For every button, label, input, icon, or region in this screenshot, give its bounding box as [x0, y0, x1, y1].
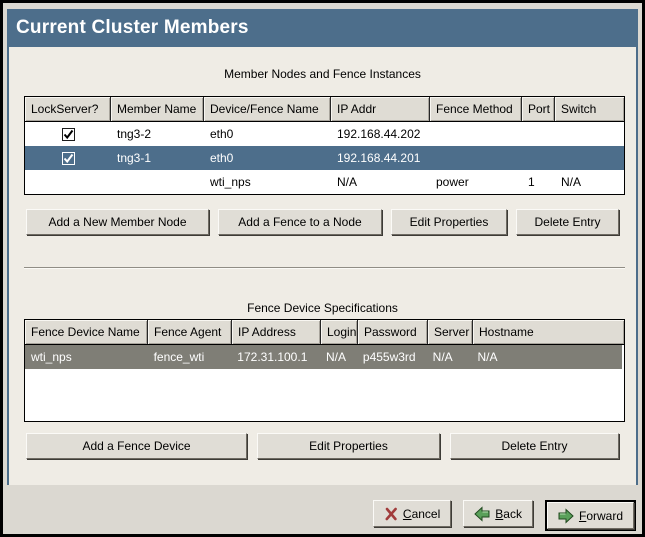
member-table-header: LockServer? Member Name Device/Fence Nam… [25, 97, 624, 122]
server-cell: N/A [427, 350, 472, 364]
fence-table-caption: Fence Device Specifications [9, 301, 636, 315]
fence-device-name-cell: wti_nps [25, 350, 148, 364]
delete-member-entry-button[interactable]: Delete Entry [516, 209, 619, 235]
device-fence-name-cell: eth0 [204, 127, 331, 141]
edit-fence-properties-button[interactable]: Edit Properties [257, 433, 440, 459]
lockserver-checkbox[interactable] [62, 152, 75, 165]
checkmark-icon [63, 153, 74, 164]
device-fence-name-cell: wti_nps [204, 175, 331, 189]
column-header-password[interactable]: Password [358, 320, 428, 344]
column-header-lockserver[interactable]: LockServer? [25, 97, 111, 121]
fence-table-row-selected[interactable]: wti_nps fence_wti 172.31.100.1 N/A p455w… [25, 345, 622, 369]
add-fence-to-node-button[interactable]: Add a Fence to a Node [218, 209, 382, 235]
member-table-row[interactable]: wti_nps N/A power 1 N/A [25, 170, 624, 194]
forward-button[interactable]: Forward [547, 502, 634, 529]
member-name-cell: tng3-2 [111, 127, 204, 141]
edit-member-properties-button[interactable]: Edit Properties [391, 209, 507, 235]
column-header-hostname[interactable]: Hostname [473, 320, 624, 344]
wizard-action-bar: Cancel Back Forward [3, 485, 642, 534]
column-header-fence-agent[interactable]: Fence Agent [148, 320, 232, 344]
column-header-login[interactable]: Login [321, 320, 358, 344]
password-cell: p455w3rd [357, 350, 427, 364]
column-header-fence-method[interactable]: Fence Method [430, 97, 522, 121]
delete-fence-entry-button[interactable]: Delete Entry [450, 433, 619, 459]
lockserver-cell [25, 152, 111, 165]
column-header-server[interactable]: Server [428, 320, 473, 344]
ip-addr-cell: 192.168.44.201 [331, 151, 430, 165]
member-table: LockServer? Member Name Device/Fence Nam… [24, 96, 625, 195]
content-panel: Member Nodes and Fence Instances LockSer… [7, 47, 638, 488]
wizard-window: Current Cluster Members Member Nodes and… [0, 0, 645, 537]
column-header-fence-device-name[interactable]: Fence Device Name [25, 320, 148, 344]
fence-device-table: Fence Device Name Fence Agent IP Address… [24, 319, 625, 422]
port-cell: 1 [522, 175, 555, 189]
member-table-caption: Member Nodes and Fence Instances [9, 67, 636, 81]
cancel-label: Cancel [403, 507, 440, 521]
default-button-ring: Forward [545, 500, 636, 531]
member-table-row-selected[interactable]: tng3-1 eth0 192.168.44.201 [25, 146, 624, 170]
member-table-row[interactable]: tng3-2 eth0 192.168.44.202 [25, 122, 624, 146]
hostname-cell: N/A [472, 350, 622, 364]
fence-method-cell: power [430, 175, 522, 189]
checkmark-icon [63, 129, 74, 140]
add-member-node-button[interactable]: Add a New Member Node [26, 209, 209, 235]
member-actions: Add a New Member Node Add a Fence to a N… [26, 209, 619, 235]
switch-cell: N/A [555, 175, 624, 189]
login-cell: N/A [320, 350, 357, 364]
column-header-ip-address[interactable]: IP Address [232, 320, 321, 344]
forward-arrow-icon [558, 508, 574, 524]
column-header-switch[interactable]: Switch [555, 97, 624, 121]
ip-addr-cell: N/A [331, 175, 430, 189]
column-header-device-fence-name[interactable]: Device/Fence Name [204, 97, 331, 121]
device-fence-name-cell: eth0 [204, 151, 331, 165]
back-arrow-icon [474, 506, 490, 522]
section-separator [24, 267, 625, 269]
ip-addr-cell: 192.168.44.202 [331, 127, 430, 141]
forward-label: Forward [579, 509, 623, 523]
fence-agent-cell: fence_wti [148, 350, 232, 364]
cancel-button[interactable]: Cancel [373, 500, 451, 527]
column-header-member-name[interactable]: Member Name [111, 97, 204, 121]
cancel-x-icon [384, 507, 398, 521]
column-header-ip-addr[interactable]: IP Addr [331, 97, 430, 121]
back-label: Back [495, 507, 522, 521]
ip-address-cell: 172.31.100.1 [231, 350, 320, 364]
lockserver-checkbox[interactable] [62, 128, 75, 141]
page-title: Current Cluster Members [16, 17, 249, 39]
lockserver-cell [25, 128, 111, 141]
page-title-bar: Current Cluster Members [7, 9, 638, 47]
add-fence-device-button[interactable]: Add a Fence Device [26, 433, 247, 459]
fence-table-header: Fence Device Name Fence Agent IP Address… [25, 320, 624, 345]
member-name-cell: tng3-1 [111, 151, 204, 165]
fence-actions: Add a Fence Device Edit Properties Delet… [26, 433, 619, 459]
column-header-port[interactable]: Port [522, 97, 555, 121]
back-button[interactable]: Back [463, 500, 533, 527]
